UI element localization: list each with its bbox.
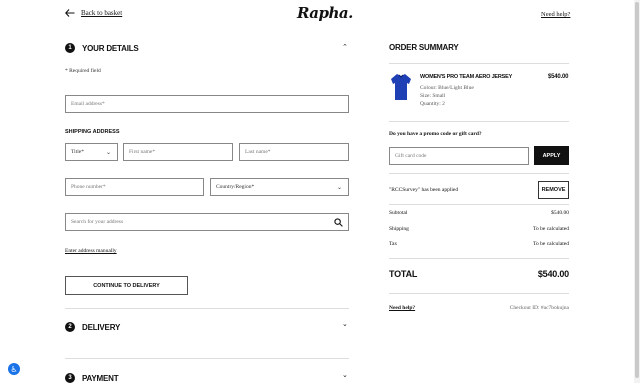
enter-address-manually-link[interactable]: Enter address manually bbox=[65, 248, 117, 254]
tax-value: To be calculated bbox=[533, 241, 569, 247]
back-label: Back to basket bbox=[81, 9, 123, 17]
country-select-value: Country/Region* bbox=[216, 184, 255, 190]
title-select[interactable]: Title* ⌄ bbox=[65, 143, 118, 161]
product-quantity: Quantity: 2 bbox=[420, 101, 445, 107]
need-help-link-summary[interactable]: Need help? bbox=[389, 305, 415, 311]
scrollbar-thumb[interactable] bbox=[635, 2, 639, 378]
step-title: DELIVERY bbox=[82, 322, 121, 332]
subtotal-value: $540.00 bbox=[551, 210, 569, 216]
email-placeholder: Email address* bbox=[71, 101, 105, 107]
step-delivery-header[interactable]: 2 DELIVERY bbox=[65, 322, 120, 332]
shipping-value: To be calculated bbox=[533, 226, 569, 232]
required-note: * Required field bbox=[65, 68, 101, 74]
shipping-address-label: SHIPPING ADDRESS bbox=[65, 129, 120, 135]
product-size: Size: Small bbox=[420, 93, 446, 99]
chevron-up-icon[interactable]: ⌃ bbox=[342, 43, 348, 51]
divider bbox=[389, 121, 569, 122]
email-field[interactable]: Email address* bbox=[65, 95, 349, 113]
step-number-badge: 1 bbox=[65, 43, 75, 53]
promo-applied-text: "RCCSurvey" has been applied bbox=[389, 187, 459, 193]
divider bbox=[389, 258, 569, 259]
divider bbox=[389, 63, 569, 64]
step-payment-header[interactable]: 3 PAYMENT bbox=[65, 373, 119, 383]
continue-to-delivery-button[interactable]: CONTINUE TO DELIVERY bbox=[65, 276, 188, 295]
total-label: TOTAL bbox=[389, 269, 418, 279]
apply-button[interactable]: APPLY bbox=[534, 146, 569, 165]
shipping-label: Shipping bbox=[389, 226, 409, 232]
promo-question: Do you have a promo code or gift card? bbox=[389, 131, 482, 137]
first-name-field[interactable]: First name* bbox=[123, 143, 233, 161]
search-icon bbox=[334, 218, 343, 227]
accessibility-icon[interactable]: ♿ bbox=[8, 363, 20, 375]
chevron-down-icon: ⌄ bbox=[105, 148, 111, 156]
step-title: PAYMENT bbox=[82, 373, 119, 383]
phone-placeholder: Phone number* bbox=[71, 184, 106, 190]
arrow-left-icon bbox=[65, 9, 75, 17]
chevron-down-icon[interactable]: ⌄ bbox=[342, 371, 348, 379]
step-title: YOUR DETAILS bbox=[82, 43, 139, 53]
need-help-link[interactable]: Need help? bbox=[541, 11, 570, 18]
divider bbox=[389, 293, 569, 294]
back-to-basket-link[interactable]: Back to basket bbox=[65, 9, 122, 17]
gift-card-field[interactable]: Gift card code bbox=[389, 147, 529, 165]
last-name-field[interactable]: Last name* bbox=[239, 143, 349, 161]
step-your-details-header[interactable]: 1 YOUR DETAILS bbox=[65, 43, 139, 53]
remove-promo-button[interactable]: REMOVE bbox=[538, 181, 569, 199]
gift-card-placeholder: Gift card code bbox=[395, 153, 427, 159]
divider bbox=[389, 173, 569, 174]
divider bbox=[389, 204, 569, 205]
last-name-placeholder: Last name* bbox=[245, 149, 271, 155]
phone-field[interactable]: Phone number* bbox=[65, 178, 204, 196]
chevron-down-icon: ⌄ bbox=[336, 183, 342, 191]
divider bbox=[65, 358, 349, 359]
tax-label: Tax bbox=[389, 241, 398, 247]
chevron-down-icon[interactable]: ⌄ bbox=[342, 320, 348, 328]
product-price: $540.00 bbox=[548, 74, 569, 80]
rapha-logo[interactable]: Rapha. bbox=[297, 4, 353, 22]
step-number-badge: 2 bbox=[65, 322, 75, 332]
country-select[interactable]: Country/Region* ⌄ bbox=[210, 178, 349, 196]
total-value: $540.00 bbox=[537, 269, 569, 279]
first-name-placeholder: First name* bbox=[129, 149, 156, 155]
order-summary-title: ORDER SUMMARY bbox=[389, 43, 459, 52]
subtotal-label: Subtotal bbox=[389, 210, 408, 216]
address-search-placeholder: Search for your address bbox=[71, 219, 124, 225]
product-name: WOMEN'S PRO TEAM AERO JERSEY bbox=[420, 74, 513, 80]
step-number-badge: 3 bbox=[65, 373, 75, 383]
address-search-field[interactable]: Search for your address bbox=[65, 213, 349, 231]
checkout-id: Checkout ID: #ac7bokujna bbox=[509, 305, 569, 311]
product-colour: Colour: Blue/Light Blue bbox=[420, 85, 474, 91]
jersey-thumbnail bbox=[391, 74, 411, 100]
title-select-value: Title* bbox=[71, 149, 84, 155]
divider bbox=[65, 308, 349, 309]
